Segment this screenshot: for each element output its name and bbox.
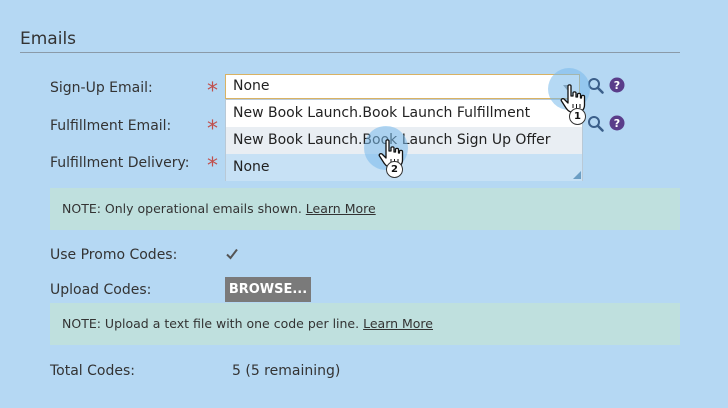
use-promo-codes-label: Use Promo Codes: <box>50 247 178 263</box>
delivery-required-mark: * <box>207 154 218 179</box>
note-text: Upload a text file with one code per lin… <box>104 316 360 331</box>
note-text: Only operational emails shown. <box>104 201 302 216</box>
step-1-cursor: 1 <box>548 68 598 128</box>
learn-more-link[interactable]: Learn More <box>363 316 433 331</box>
section-divider <box>20 52 680 53</box>
upload-codes-label: Upload Codes: <box>50 282 152 298</box>
signup-email-value: None <box>233 78 270 94</box>
svg-text:?: ? <box>614 117 620 130</box>
learn-more-link[interactable]: Learn More <box>306 201 376 216</box>
checkmark-icon <box>226 248 238 260</box>
total-codes-value: 5 (5 remaining) <box>232 363 341 379</box>
total-codes-label: Total Codes: <box>50 363 135 379</box>
fulfillment-help-icon[interactable]: ? <box>609 115 625 135</box>
svg-text:?: ? <box>614 79 620 92</box>
signup-email-select[interactable]: None <box>225 74 580 99</box>
operational-emails-note: NOTE: Only operational emails shown. Lea… <box>50 188 680 230</box>
upload-codes-note: NOTE: Upload a text file with one code p… <box>50 303 680 345</box>
step-2-cursor: 2 <box>364 126 414 186</box>
fulfillment-email-label: Fulfillment Email: <box>50 118 172 134</box>
resize-grip-icon[interactable] <box>573 171 581 179</box>
note-prefix: NOTE: <box>62 316 101 331</box>
browse-button[interactable]: BROWSE... <box>225 277 311 302</box>
use-promo-codes-checkbox[interactable] <box>225 246 239 265</box>
signup-help-icon[interactable]: ? <box>609 77 625 97</box>
note-prefix: NOTE: <box>62 201 101 216</box>
dropdown-option[interactable]: New Book Launch.Book Launch Fulfillment <box>226 100 582 127</box>
fulfillment-required-mark: * <box>207 117 218 142</box>
signup-required-mark: * <box>207 79 218 104</box>
step-1-badge: 1 <box>569 108 586 125</box>
fulfillment-delivery-label: Fulfillment Delivery: <box>50 155 190 171</box>
step-2-badge: 2 <box>386 161 403 178</box>
section-title: Emails <box>20 29 77 49</box>
signup-email-label: Sign-Up Email: <box>50 80 153 96</box>
